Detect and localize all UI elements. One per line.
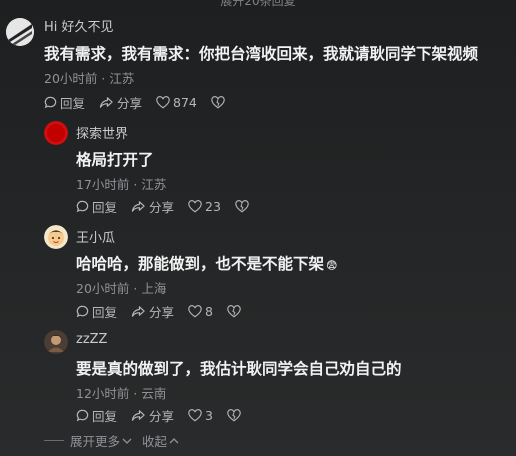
collapse-button[interactable]: 收起 xyxy=(142,431,179,450)
broken-heart-icon xyxy=(211,96,225,109)
reply-button[interactable]: 回复 xyxy=(44,93,85,112)
comment-bubble-icon xyxy=(76,200,89,213)
comment-text: 要是真的做到了，我估计耿同学会自己劝自己的 xyxy=(76,360,402,378)
like-count: 23 xyxy=(205,199,221,214)
like-button[interactable]: 23 xyxy=(188,199,221,214)
dislike-button[interactable] xyxy=(211,96,225,109)
comment-text: 格局打开了 xyxy=(76,151,154,169)
broken-heart-icon xyxy=(227,409,241,422)
share-button[interactable]: 分享 xyxy=(99,93,142,112)
heart-icon xyxy=(188,200,202,213)
heart-icon xyxy=(188,409,202,422)
replies-footer: 展开更多 收起 xyxy=(44,431,179,450)
comment-meta: 20小时前 · 江苏 xyxy=(44,71,135,86)
share-label: 分享 xyxy=(117,96,143,111)
avatar[interactable] xyxy=(6,18,34,46)
heart-icon xyxy=(156,96,170,109)
reply-button[interactable]: 回复 xyxy=(76,302,117,321)
comment-meta: 17小时前 · 江苏 xyxy=(76,177,167,192)
share-label: 分享 xyxy=(149,409,175,424)
share-button[interactable]: 分享 xyxy=(131,197,174,216)
broken-heart-icon xyxy=(227,305,241,318)
comment-author[interactable]: zzZZ xyxy=(76,332,107,347)
comment-author[interactable]: 王小瓜 xyxy=(76,227,115,246)
reply-button[interactable]: 回复 xyxy=(76,406,117,425)
share-label: 分享 xyxy=(149,305,175,320)
expand-replies-top[interactable]: 展开20条回复 xyxy=(0,0,516,9)
fearful-face-emoji-icon: 😨 xyxy=(326,259,338,272)
dislike-button[interactable] xyxy=(227,409,241,422)
divider xyxy=(44,440,64,441)
comment-actions: 回复 分享 3 xyxy=(76,406,241,425)
dislike-button[interactable] xyxy=(227,305,241,318)
like-count: 8 xyxy=(205,304,213,319)
share-button[interactable]: 分享 xyxy=(131,302,174,321)
share-label: 分享 xyxy=(149,200,175,215)
comment-author[interactable]: 探索世界 xyxy=(76,123,128,142)
like-button[interactable]: 3 xyxy=(188,408,213,423)
avatar[interactable] xyxy=(44,330,68,354)
collapse-label: 收起 xyxy=(142,434,168,449)
comment-text: 我有需求，我有需求：你把台湾收回来，我就请耿同学下架视频 xyxy=(44,45,479,63)
heart-icon xyxy=(188,305,202,318)
comment-bubble-icon xyxy=(44,96,57,109)
dislike-button[interactable] xyxy=(235,200,249,213)
comment-actions: 回复 分享 23 xyxy=(76,197,249,216)
comment-actions: 回复 分享 8 xyxy=(76,302,241,321)
avatar[interactable] xyxy=(44,225,68,249)
comment-text: 哈哈哈，那能做到，也不是不能下架 😨 xyxy=(76,252,337,274)
like-count: 874 xyxy=(173,95,197,110)
like-button[interactable]: 8 xyxy=(188,304,213,319)
chevron-down-icon xyxy=(122,438,132,444)
share-arrow-icon xyxy=(131,306,145,317)
broken-heart-icon xyxy=(235,200,249,213)
share-button[interactable]: 分享 xyxy=(131,406,174,425)
comment-meta: 20小时前 · 上海 xyxy=(76,281,167,296)
like-count: 3 xyxy=(205,408,213,423)
comment-text-content: 哈哈哈，那能做到，也不是不能下架 xyxy=(76,255,325,273)
share-arrow-icon xyxy=(99,97,113,108)
comment-author[interactable]: Hi 好久不见 xyxy=(44,16,114,35)
reply-label: 回复 xyxy=(60,96,86,111)
reply-label: 回复 xyxy=(92,305,118,320)
expand-more-button[interactable]: 展开更多 xyxy=(70,431,132,450)
comment-actions: 回复 分享 874 xyxy=(44,93,225,112)
chevron-up-icon xyxy=(169,437,179,443)
reply-label: 回复 xyxy=(92,409,118,424)
like-button[interactable]: 874 xyxy=(156,95,197,110)
avatar[interactable] xyxy=(44,121,68,145)
comment-meta: 12小时前 · 云南 xyxy=(76,386,167,401)
reply-button[interactable]: 回复 xyxy=(76,197,117,216)
comment-bubble-icon xyxy=(76,409,89,422)
reply-label: 回复 xyxy=(92,200,118,215)
comment-bubble-icon xyxy=(76,305,89,318)
share-arrow-icon xyxy=(131,201,145,212)
share-arrow-icon xyxy=(131,410,145,421)
expand-more-label: 展开更多 xyxy=(70,434,121,449)
